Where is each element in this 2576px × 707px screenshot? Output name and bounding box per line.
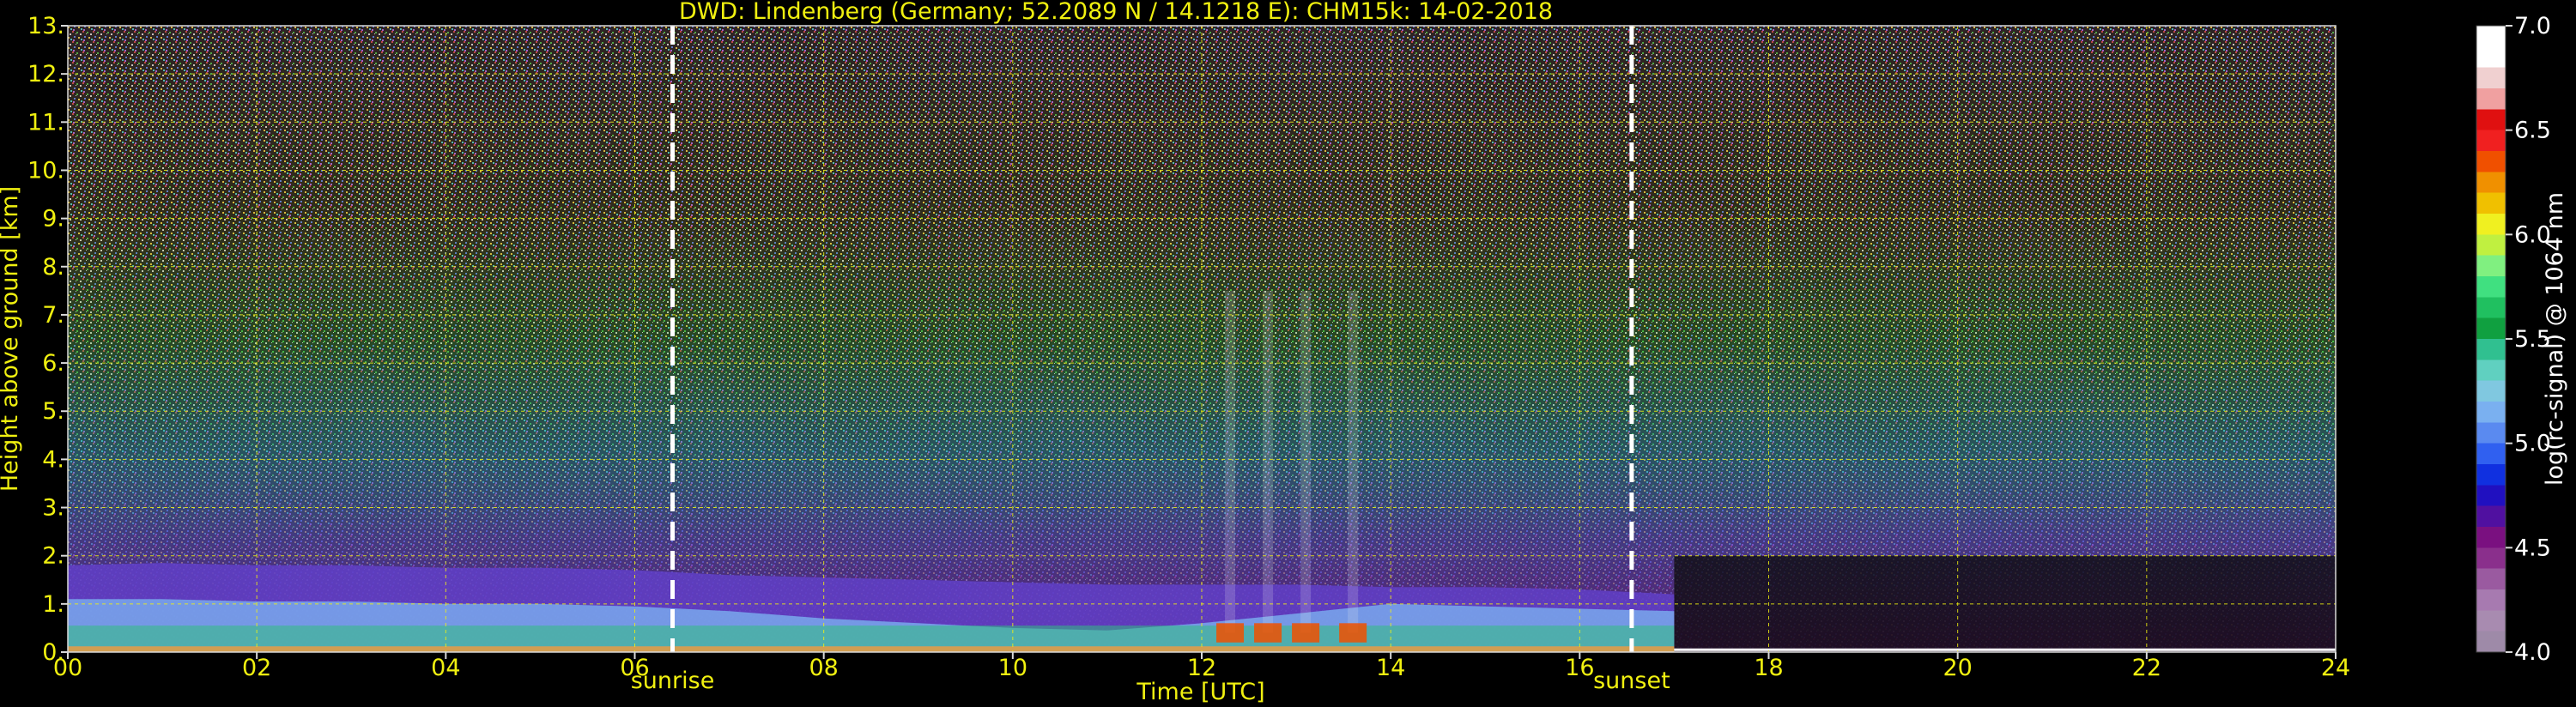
x-tick-label: 18	[1754, 655, 1783, 681]
x-tick-label: 12	[1187, 655, 1216, 681]
sun-event-label: sunset	[1593, 668, 1670, 694]
y-tick-label: 12.	[27, 61, 64, 88]
colorbar-scale	[2476, 25, 2506, 653]
y-tick-label: 8.	[42, 254, 64, 281]
y-tick-label: 2.	[42, 543, 64, 570]
colorbar-label: log(rc-signal) @ 1064 nm	[2542, 192, 2568, 486]
colorbar: 4.04.55.05.56.06.57.0 log(rc-signal) @ 1…	[2476, 13, 2568, 666]
x-tick-label: 20	[1943, 655, 1972, 681]
precipitation-streak	[1225, 290, 1236, 633]
x-axis-label: Time [UTC]	[1136, 679, 1264, 705]
chart-title: DWD: Lindenberg (Germany; 52.2089 N / 14…	[679, 0, 1553, 25]
y-tick-label: 3.	[42, 495, 64, 522]
y-tick-label: 9.	[42, 206, 64, 233]
x-tick-label: 06	[620, 655, 649, 681]
x-tick-label: 16	[1565, 655, 1594, 681]
x-tick-label: 02	[242, 655, 271, 681]
precipitation-core	[1216, 623, 1245, 643]
x-tick-label: 00	[53, 655, 82, 681]
y-tick-label: 7.	[42, 302, 64, 329]
precipitation-core	[1254, 623, 1282, 643]
x-axis-ticks: 00 02 04 06 08 10 12 14 16 18 20 22 24	[53, 652, 2350, 681]
colorbar-tick-label: 4.0	[2514, 639, 2551, 666]
x-tick-label: 08	[809, 655, 838, 681]
plot-background	[68, 26, 2336, 652]
precipitation-streak	[1263, 290, 1274, 633]
y-tick-label: 4.	[42, 446, 64, 473]
colorbar-tick-label: 4.5	[2514, 535, 2551, 561]
y-tick-label: 6.	[42, 350, 64, 377]
y-tick-label: 13.	[27, 13, 64, 39]
precipitation-core	[1292, 623, 1320, 643]
precipitation-streak	[1300, 290, 1312, 633]
y-axis-label: Height above ground [km]	[0, 186, 23, 492]
y-tick-label: 10.	[27, 157, 64, 184]
y-axis-ticks: 0.1.2.3.4.5.6.7.8.9.10.11.12.13.	[27, 13, 68, 666]
near-surface-band	[68, 625, 1675, 647]
y-tick-label: 11.	[27, 109, 64, 136]
y-tick-label: 5.	[42, 398, 64, 425]
y-tick-label: 1.	[42, 591, 64, 618]
x-tick-label: 24	[2321, 655, 2350, 681]
x-tick-label: 04	[431, 655, 460, 681]
x-tick-label: 14	[1376, 655, 1405, 681]
precipitation-streak	[1348, 290, 1359, 633]
ceilometer-chart: sunrise sunset 0.1.2.3.4.5.6.7.8.9.10.11.…	[0, 0, 2568, 705]
surface-band	[68, 646, 1675, 652]
x-tick-label: 10	[998, 655, 1027, 681]
colorbar-tick-label: 7.0	[2514, 13, 2551, 39]
colorbar-tick-label: 6.5	[2514, 118, 2551, 144]
precipitation-core	[1339, 623, 1367, 643]
x-tick-label: 22	[2132, 655, 2161, 681]
